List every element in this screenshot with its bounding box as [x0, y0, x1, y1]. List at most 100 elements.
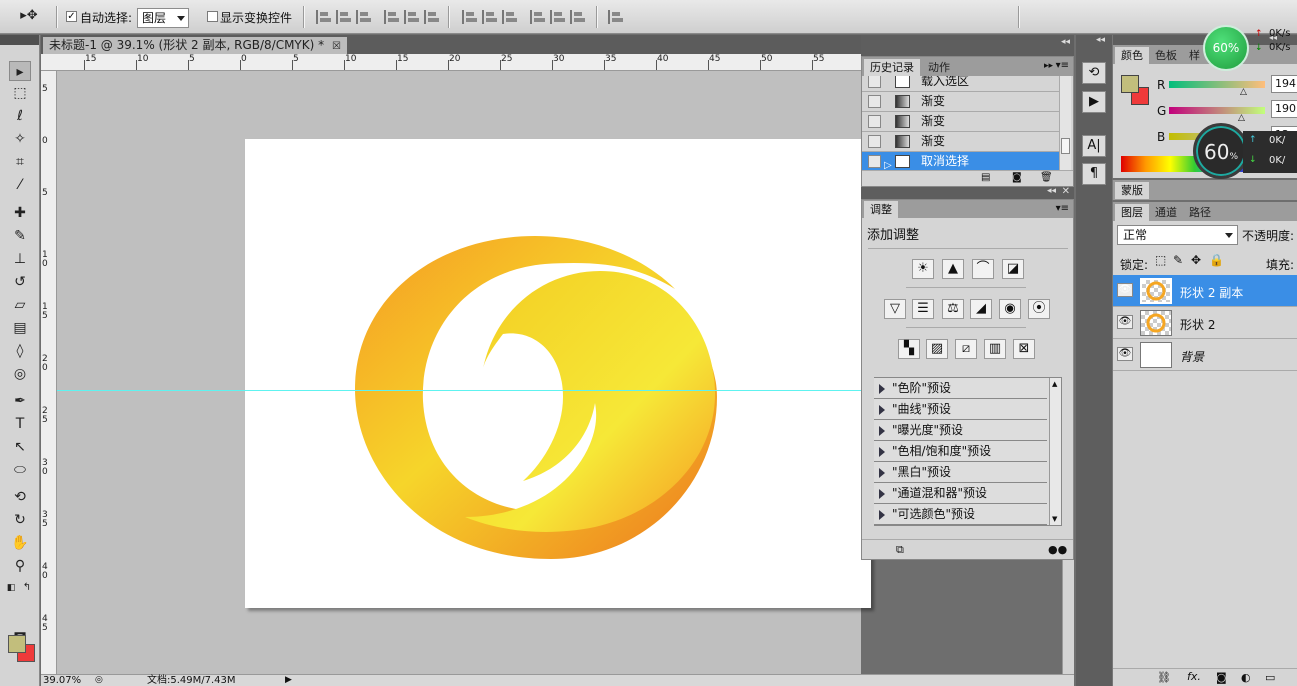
eraser-tool-icon[interactable]: ▱	[9, 295, 31, 315]
ellipse-tool-icon[interactable]: ⬭	[9, 460, 31, 480]
history-snapshot-checkbox[interactable]	[868, 115, 881, 128]
color-balance-icon[interactable]: ⚖	[942, 299, 964, 319]
collapse-panels-icon[interactable]: ◂◂	[1061, 37, 1070, 47]
actions-panel-icon[interactable]: ▶	[1082, 91, 1106, 113]
distribute-hcenter-icon[interactable]	[550, 10, 565, 24]
distribute-left-icon[interactable]	[530, 10, 545, 24]
history-snapshot-checkbox[interactable]	[868, 95, 881, 108]
expand-triangle-icon[interactable]	[879, 447, 885, 457]
panel-menu-icon[interactable]: ▾≡	[1056, 203, 1069, 214]
marquee-tool-icon[interactable]: ⬚	[9, 83, 31, 103]
history-panel-icon[interactable]: ⟲	[1082, 62, 1106, 84]
channel-mixer-icon[interactable]: ⦿	[1028, 299, 1050, 319]
move-tool-icon[interactable]: ▸	[9, 61, 31, 81]
preset-selective-color[interactable]: "可选颜色"预设	[874, 504, 1047, 525]
preset-curves[interactable]: "曲线"预设	[874, 399, 1047, 420]
tab-history[interactable]: 历史记录	[864, 59, 920, 76]
align-top-icon[interactable]	[316, 10, 331, 24]
tab-adjustments[interactable]: 调整	[864, 201, 898, 218]
eyedropper-tool-icon[interactable]: ⁄	[9, 175, 31, 195]
align-left-icon[interactable]	[384, 10, 399, 24]
character-panel-icon[interactable]: A|	[1082, 135, 1106, 157]
history-snapshot-checkbox[interactable]	[868, 76, 881, 88]
vibrance-icon[interactable]: ▽	[884, 299, 906, 319]
document-tab[interactable]: 未标题-1 @ 39.1% (形状 2 副本, RGB/8/CMYK) * ☒	[43, 37, 347, 54]
3d-orbit-icon[interactable]: ↻	[9, 510, 31, 530]
g-slider-thumb-icon[interactable]: △	[1238, 113, 1245, 123]
hue-saturation-icon[interactable]: ☰	[912, 299, 934, 319]
network-speed-widget-dark[interactable]: 60% ↑ 0K/ ↓ 0K/	[1193, 123, 1297, 181]
expand-triangle-icon[interactable]	[879, 384, 885, 394]
auto-align-icon[interactable]	[608, 10, 623, 24]
distribute-bottom-icon[interactable]	[502, 10, 517, 24]
new-snapshot-icon[interactable]: ◙	[1012, 172, 1022, 183]
distribute-vcenter-icon[interactable]	[482, 10, 497, 24]
history-brush-icon[interactable]: ↺	[9, 272, 31, 292]
brightness-contrast-icon[interactable]: ☀	[912, 259, 934, 279]
new-document-from-state-icon[interactable]: ▤	[981, 172, 990, 183]
paragraph-panel-icon[interactable]: ¶	[1082, 163, 1106, 185]
blur-tool-icon[interactable]: ◊	[9, 341, 31, 361]
eye-icon[interactable]: 👁	[1117, 283, 1133, 297]
history-item[interactable]: 渐变	[862, 112, 1060, 132]
layer-row[interactable]: 👁 形状 2 副本	[1113, 275, 1297, 307]
color-panel-foreground-swatch[interactable]	[1121, 75, 1139, 93]
history-item[interactable]: 渐变	[862, 92, 1060, 112]
return-to-list-icon[interactable]: ⧉	[896, 543, 904, 557]
show-transform-checkbox[interactable]	[207, 11, 218, 22]
history-snapshot-checkbox[interactable]	[868, 135, 881, 148]
guide-line[interactable]	[57, 390, 861, 391]
tab-layers[interactable]: 图层	[1115, 204, 1149, 221]
magic-wand-icon[interactable]: ✧	[9, 129, 31, 149]
brush-tool-icon[interactable]: ✎	[9, 226, 31, 246]
new-adjustment-layer-icon[interactable]: ◐	[1241, 671, 1251, 684]
panel-menu-icon[interactable]: ▾≡	[1056, 60, 1069, 71]
preset-channel-mixer[interactable]: "通道混和器"预设	[874, 483, 1047, 504]
r-slider-thumb-icon[interactable]: △	[1240, 87, 1247, 97]
link-layers-icon[interactable]: ⛓	[1157, 671, 1171, 684]
crop-tool-icon[interactable]: ⌗	[9, 152, 31, 172]
eye-icon[interactable]: 👁	[1117, 315, 1133, 329]
tab-paths[interactable]: 路径	[1183, 204, 1217, 221]
panel-collapse-icon[interactable]: ◂◂	[1047, 186, 1056, 196]
levels-icon[interactable]: ▲	[942, 259, 964, 279]
align-vcenter-icon[interactable]	[336, 10, 351, 24]
preset-levels[interactable]: "色阶"预设	[874, 378, 1047, 399]
fx-icon[interactable]: fx.	[1187, 670, 1201, 683]
exposure-icon[interactable]: ◪	[1002, 259, 1024, 279]
history-snapshot-checkbox[interactable]	[868, 155, 881, 168]
expand-panels-icon[interactable]: ◂◂	[1096, 35, 1105, 45]
lock-transparent-icon[interactable]: ⬚	[1155, 253, 1166, 267]
r-slider[interactable]	[1169, 81, 1265, 88]
status-menu-arrow-icon[interactable]: ▶	[285, 675, 292, 686]
history-scrollbar[interactable]	[1059, 76, 1071, 170]
expand-triangle-icon[interactable]	[879, 510, 885, 520]
blend-mode-dropdown[interactable]: 正常	[1117, 225, 1238, 245]
distribute-right-icon[interactable]	[570, 10, 585, 24]
dodge-tool-icon[interactable]: ◎	[9, 364, 31, 384]
zoom-readout[interactable]: 39.07%	[43, 675, 81, 686]
expand-triangle-icon[interactable]	[879, 426, 885, 436]
history-item-selected[interactable]: ▷ 取消选择	[862, 152, 1060, 170]
3d-rotate-icon[interactable]: ⟲	[9, 487, 31, 507]
close-icon[interactable]: ✕	[1062, 186, 1070, 197]
gradient-tool-icon[interactable]: ▤	[9, 318, 31, 338]
invert-icon[interactable]: ▚	[898, 339, 920, 359]
tab-masks[interactable]: 蒙版	[1115, 182, 1149, 199]
preset-hue-saturation[interactable]: "色相/饱和度"预设	[874, 441, 1047, 462]
preset-exposure[interactable]: "曝光度"预设	[874, 420, 1047, 441]
curves-icon[interactable]: ⌒	[972, 259, 994, 279]
expand-triangle-icon[interactable]	[879, 468, 885, 478]
presets-scrollbar[interactable]: ▲ ▼	[1049, 378, 1061, 525]
hand-tool-icon[interactable]: ✋	[9, 533, 31, 553]
history-item[interactable]: 载入选区	[862, 76, 1060, 92]
healing-brush-icon[interactable]: ✚	[9, 203, 31, 223]
align-bottom-icon[interactable]	[356, 10, 371, 24]
close-icon[interactable]: ☒	[332, 41, 341, 52]
posterize-icon[interactable]: ▨	[926, 339, 948, 359]
gradient-map-icon[interactable]: ▥	[984, 339, 1006, 359]
scroll-down-icon[interactable]: ▼	[1052, 515, 1057, 523]
lock-all-icon[interactable]: 🔒	[1209, 253, 1224, 267]
auto-select-checkbox[interactable]: ✓	[66, 11, 77, 22]
tab-swatches[interactable]: 色板	[1149, 47, 1183, 64]
